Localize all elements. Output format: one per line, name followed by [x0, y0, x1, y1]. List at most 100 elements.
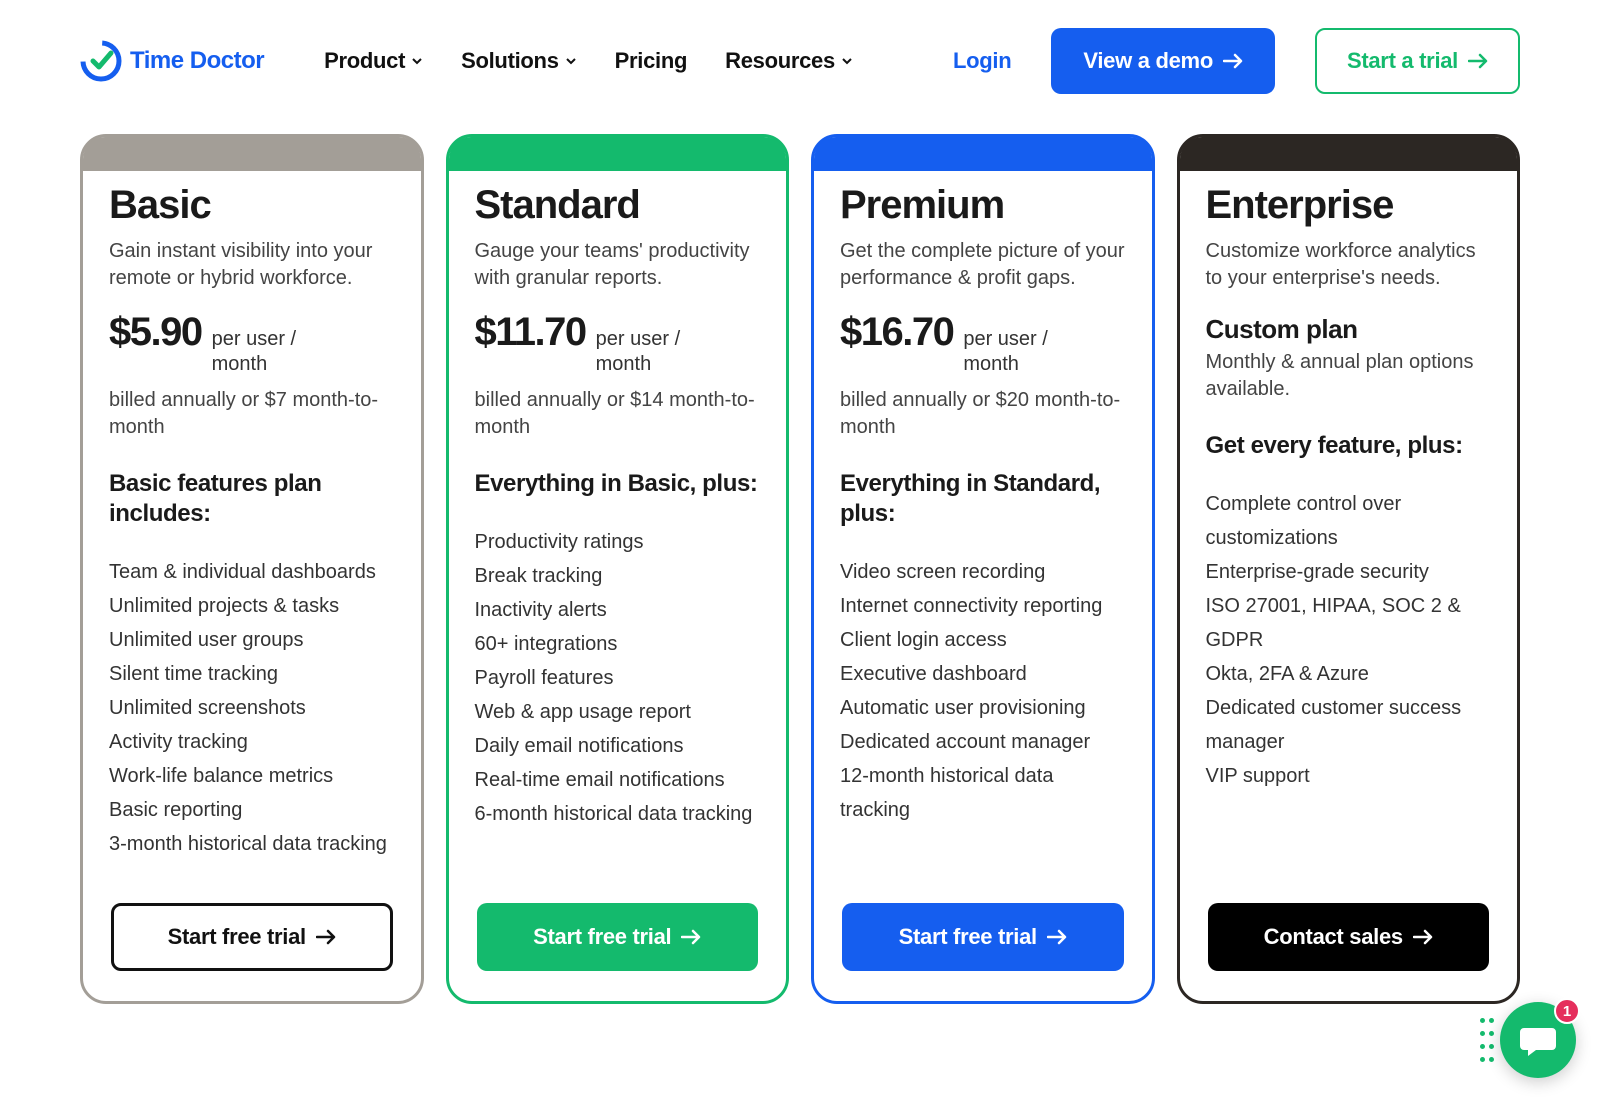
- nav-solutions[interactable]: Solutions: [461, 48, 577, 74]
- login-link[interactable]: Login: [953, 48, 1011, 74]
- feature-item: Dedicated customer success manager: [1206, 691, 1492, 759]
- start-trial-label: Start a trial: [1347, 48, 1458, 74]
- arrow-right-icon: [1468, 53, 1488, 69]
- nav-resources-label: Resources: [725, 48, 835, 74]
- plan-feature-list: Team & individual dashboardsUnlimited pr…: [109, 555, 395, 861]
- plan-price-row: $16.70 per user / month: [840, 310, 1126, 377]
- start-trial-button[interactable]: Start a trial: [1315, 28, 1520, 94]
- plan-price: $11.70: [475, 310, 586, 355]
- feature-item: Daily email notifications: [475, 729, 761, 763]
- nav-solutions-label: Solutions: [461, 48, 559, 74]
- site-header: Time Doctor Product Solutions Pricing Re…: [0, 0, 1600, 134]
- plan-accent-bar: [83, 137, 421, 171]
- view-demo-button[interactable]: View a demo: [1051, 28, 1275, 94]
- plan-desc: Customize workforce analytics to your en…: [1206, 238, 1492, 292]
- plan-custom-head: Custom plan: [1206, 314, 1492, 345]
- chevron-down-icon: [841, 55, 853, 67]
- plan-billed: billed annually or $14 month-to-month: [475, 387, 761, 441]
- chat-drag-handle[interactable]: [1480, 1018, 1496, 1066]
- plan-cta-basic[interactable]: Start free trial: [111, 903, 393, 971]
- plan-price-suffix: per user / month: [212, 327, 342, 377]
- feature-item: Internet connectivity reporting: [840, 589, 1126, 623]
- brand-logo-icon: [80, 40, 122, 82]
- feature-item: Unlimited user groups: [109, 623, 395, 657]
- feature-item: Team & individual dashboards: [109, 555, 395, 589]
- feature-item: 3-month historical data tracking: [109, 827, 395, 861]
- plan-name: Standard: [475, 183, 761, 228]
- plan-custom-sub: Monthly & annual plan options available.: [1206, 349, 1492, 403]
- nav-product[interactable]: Product: [324, 48, 423, 74]
- plan-cta-enterprise[interactable]: Contact sales: [1208, 903, 1490, 971]
- feature-item: 6-month historical data tracking: [475, 797, 761, 831]
- feature-item: Unlimited projects & tasks: [109, 589, 395, 623]
- feature-item: Activity tracking: [109, 725, 395, 759]
- arrow-right-icon: [681, 929, 701, 945]
- plan-billed: billed annually or $7 month-to-month: [109, 387, 395, 441]
- plan-feature-list: Productivity ratingsBreak trackingInacti…: [475, 525, 761, 831]
- plan-features-head: Everything in Standard, plus:: [840, 469, 1126, 529]
- feature-item: 60+ integrations: [475, 627, 761, 661]
- feature-item: Real-time email notifications: [475, 763, 761, 797]
- main-nav: Product Solutions Pricing Resources: [324, 48, 853, 74]
- feature-item: 12-month historical data tracking: [840, 759, 1126, 827]
- arrow-right-icon: [316, 929, 336, 945]
- feature-item: Client login access: [840, 623, 1126, 657]
- chat-badge: 1: [1554, 998, 1580, 1024]
- plan-name: Basic: [109, 183, 395, 228]
- feature-item: Silent time tracking: [109, 657, 395, 691]
- pricing-cards: Basic Gain instant visibility into your …: [0, 134, 1600, 1044]
- plan-price-row: $11.70 per user / month: [475, 310, 761, 377]
- plan-features-head: Everything in Basic, plus:: [475, 469, 761, 499]
- plan-accent-bar: [449, 137, 787, 171]
- feature-item: Complete control over customizations: [1206, 487, 1492, 555]
- plan-card-basic: Basic Gain instant visibility into your …: [80, 134, 424, 1004]
- chevron-down-icon: [565, 55, 577, 67]
- chat-icon: [1518, 1020, 1558, 1060]
- nav-pricing-label: Pricing: [615, 48, 687, 74]
- plan-price-suffix: per user / month: [963, 327, 1093, 377]
- feature-item: Video screen recording: [840, 555, 1126, 589]
- plan-cta-premium[interactable]: Start free trial: [842, 903, 1124, 971]
- plan-card-standard: Standard Gauge your teams' productivity …: [446, 134, 790, 1004]
- plan-desc: Gain instant visibility into your remote…: [109, 238, 395, 292]
- arrow-right-icon: [1413, 929, 1433, 945]
- feature-item: Payroll features: [475, 661, 761, 695]
- plan-billed: billed annually or $20 month-to-month: [840, 387, 1126, 441]
- nav-pricing[interactable]: Pricing: [615, 48, 687, 74]
- plan-features-head: Basic features plan includes:: [109, 469, 395, 529]
- chevron-down-icon: [411, 55, 423, 67]
- plan-price: $16.70: [840, 310, 953, 355]
- plan-accent-bar: [1180, 137, 1518, 171]
- brand-name: Time Doctor: [130, 47, 264, 75]
- feature-item: Automatic user provisioning: [840, 691, 1126, 725]
- feature-item: Executive dashboard: [840, 657, 1126, 691]
- feature-item: Dedicated account manager: [840, 725, 1126, 759]
- chat-widget-button[interactable]: 1: [1500, 1002, 1576, 1078]
- plan-feature-list: Video screen recordingInternet connectiv…: [840, 555, 1126, 827]
- feature-item: Web & app usage report: [475, 695, 761, 729]
- plan-desc: Gauge your teams' productivity with gran…: [475, 238, 761, 292]
- plan-accent-bar: [814, 137, 1152, 171]
- brand-logo[interactable]: Time Doctor: [80, 40, 264, 82]
- plan-price: $5.90: [109, 310, 202, 355]
- plan-cta-standard[interactable]: Start free trial: [477, 903, 759, 971]
- plan-feature-list: Complete control over customizationsEnte…: [1206, 487, 1492, 793]
- feature-item: Break tracking: [475, 559, 761, 593]
- plan-cta-label: Start free trial: [899, 924, 1037, 950]
- feature-item: Work-life balance metrics: [109, 759, 395, 793]
- plan-card-enterprise: Enterprise Customize workforce analytics…: [1177, 134, 1521, 1004]
- plan-cta-label: Contact sales: [1264, 924, 1403, 950]
- arrow-right-icon: [1047, 929, 1067, 945]
- feature-item: Enterprise-grade security: [1206, 555, 1492, 589]
- feature-item: VIP support: [1206, 759, 1492, 793]
- plan-features-head: Get every feature, plus:: [1206, 431, 1492, 461]
- feature-item: Inactivity alerts: [475, 593, 761, 627]
- plan-cta-label: Start free trial: [533, 924, 671, 950]
- nav-product-label: Product: [324, 48, 405, 74]
- plan-name: Enterprise: [1206, 183, 1492, 228]
- feature-item: Basic reporting: [109, 793, 395, 827]
- view-demo-label: View a demo: [1083, 48, 1213, 74]
- nav-resources[interactable]: Resources: [725, 48, 853, 74]
- plan-price-row: $5.90 per user / month: [109, 310, 395, 377]
- plan-card-premium: Premium Get the complete picture of your…: [811, 134, 1155, 1004]
